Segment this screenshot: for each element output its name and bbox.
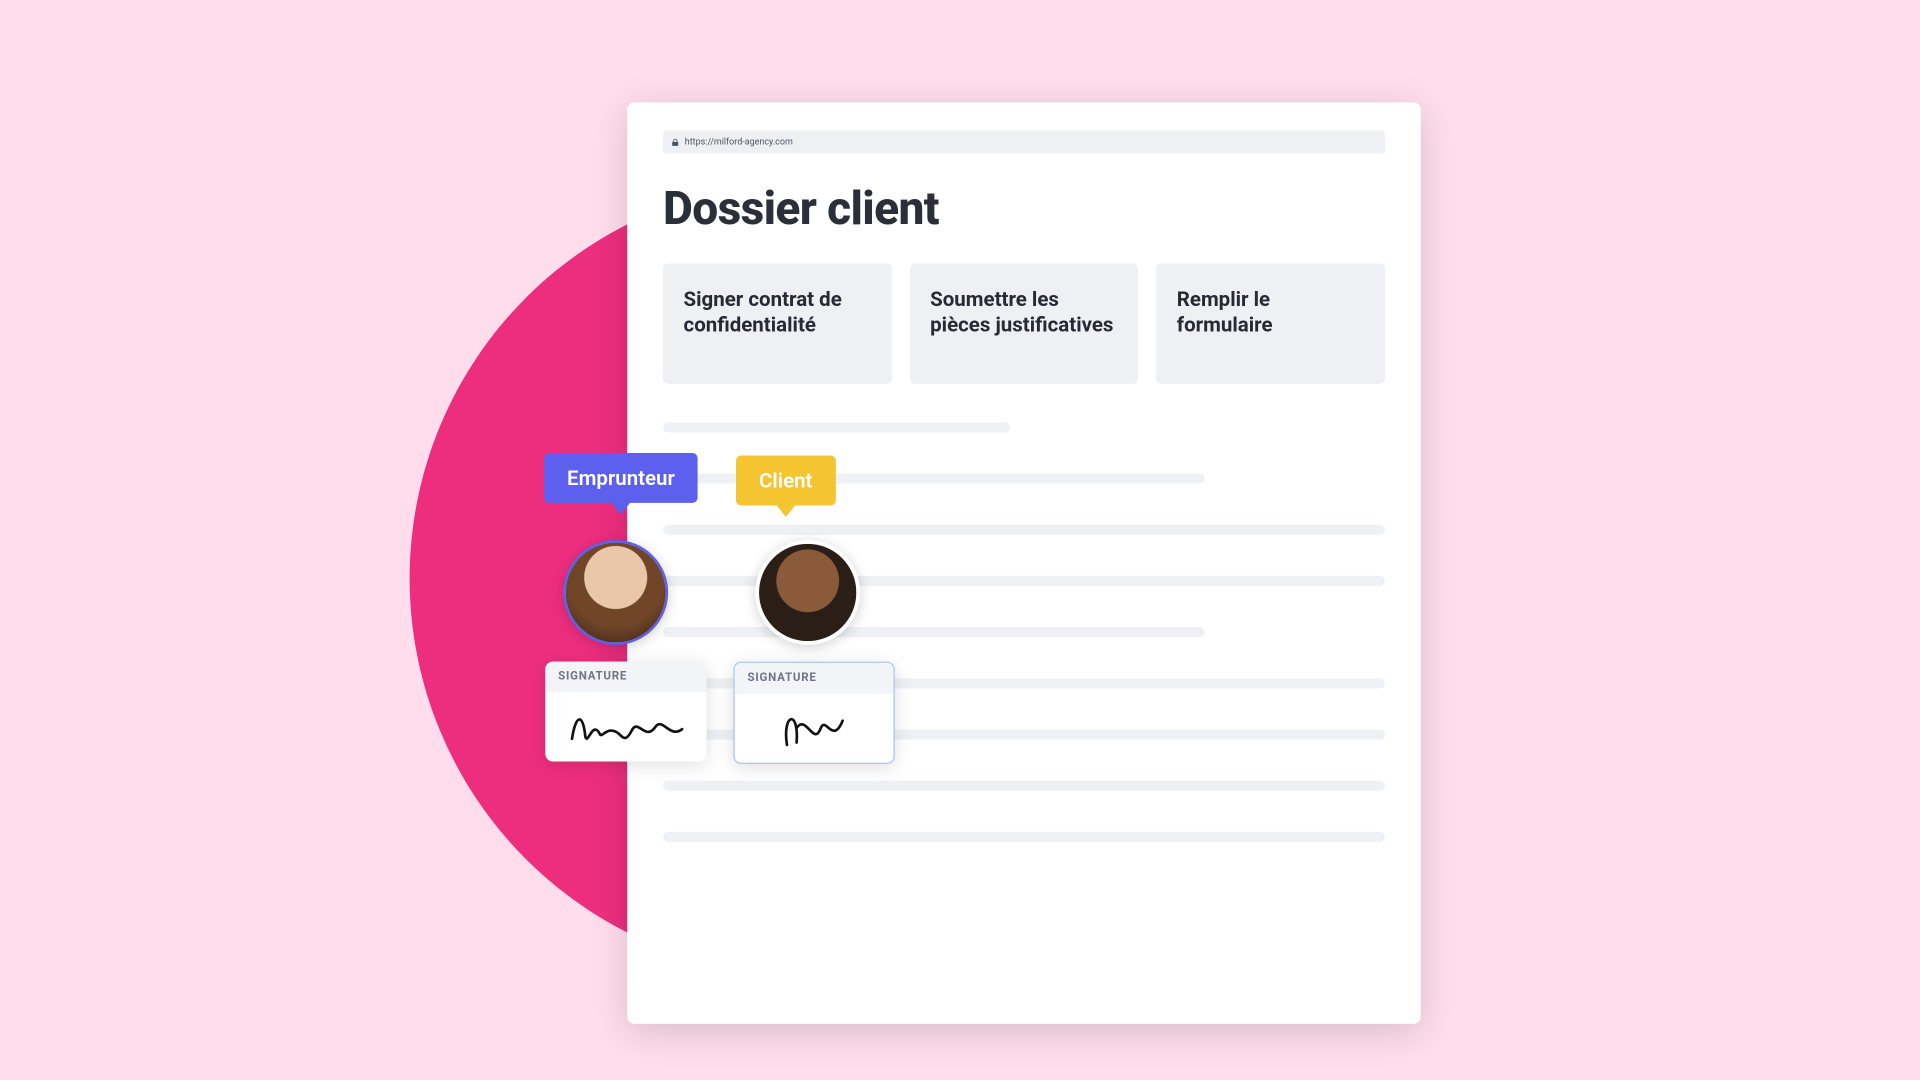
signature-label: SIGNATURE [545, 662, 706, 693]
avatar-face-icon [566, 543, 666, 643]
task-card-sign-nda[interactable]: Signer contrat de confidentialité [663, 264, 892, 384]
avatar-face-icon [759, 544, 856, 641]
page-title: Dossier client [663, 182, 1385, 236]
role-badge-label: Emprunteur [567, 466, 675, 490]
signature-label: SIGNATURE [735, 663, 894, 694]
client-file-card: https://milford-agency.com Dossier clien… [627, 102, 1421, 1024]
signature-box-client[interactable]: SIGNATURE [733, 662, 894, 764]
task-cards-row: Signer contrat de confidentialité Soumet… [663, 264, 1385, 384]
lock-icon [671, 137, 680, 146]
signature-area[interactable] [735, 694, 894, 763]
role-badge-label: Client [759, 468, 812, 492]
placeholder-line [663, 627, 1204, 637]
task-card-title: Signer contrat de confidentialité [684, 287, 872, 338]
task-card-fill-form[interactable]: Remplir le formulaire [1156, 264, 1385, 384]
placeholder-line [663, 832, 1385, 842]
role-badge-client: Client [736, 456, 835, 506]
task-card-submit-docs[interactable]: Soumettre les pièces justificatives [910, 264, 1139, 384]
role-badge-borrower: Emprunteur [544, 453, 698, 503]
avatar-client [755, 540, 860, 645]
illustration-stage: https://milford-agency.com Dossier clien… [0, 2, 1920, 1077]
task-card-title: Soumettre les pièces justificatives [930, 287, 1118, 338]
signature-area[interactable] [545, 692, 706, 761]
url-text: https://milford-agency.com [685, 137, 793, 147]
url-bar: https://milford-agency.com [663, 130, 1385, 153]
task-card-title: Remplir le formulaire [1177, 287, 1365, 338]
signature-scribble-icon [751, 704, 878, 752]
placeholder-line [663, 422, 1010, 432]
placeholder-line [663, 781, 1385, 791]
avatar-borrower [563, 540, 668, 645]
signature-box-borrower[interactable]: SIGNATURE [545, 662, 706, 762]
placeholder-line [663, 525, 1385, 535]
signature-scribble-icon [561, 703, 690, 751]
